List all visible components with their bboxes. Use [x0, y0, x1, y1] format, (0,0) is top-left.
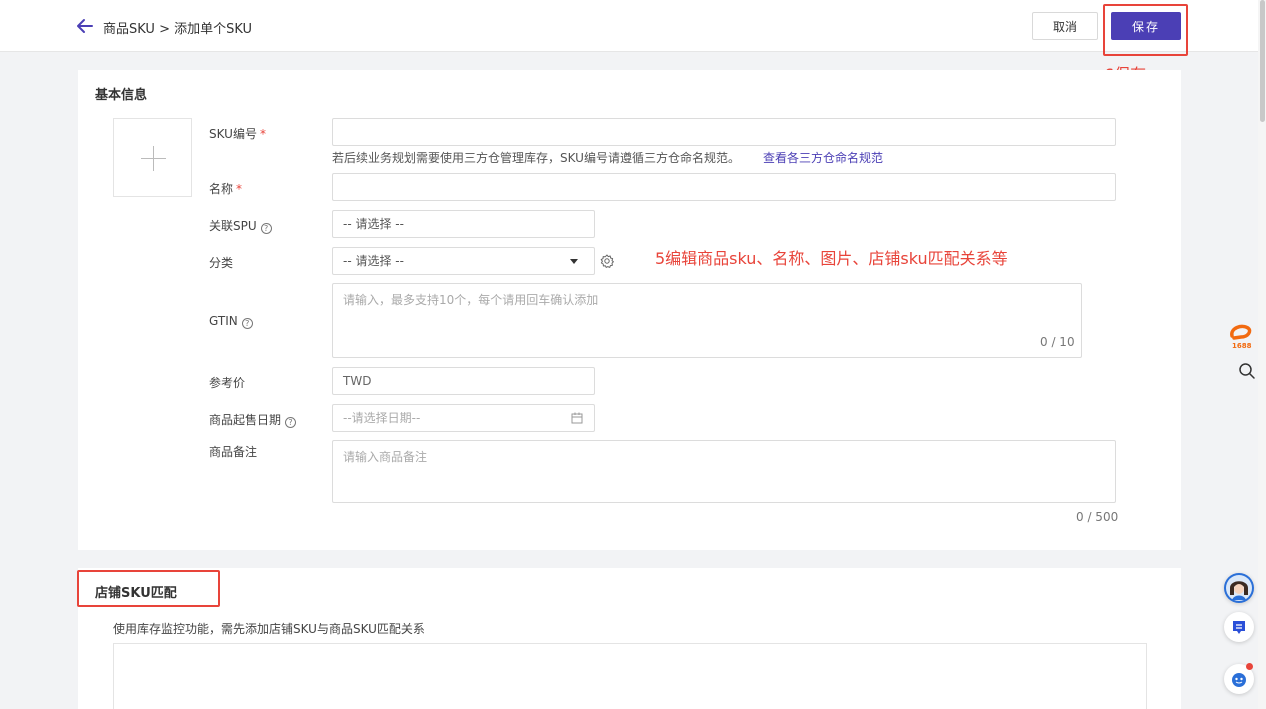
page-scrollbar-thumb[interactable]	[1260, 0, 1265, 122]
assistant-button[interactable]	[1224, 663, 1254, 694]
gtin-counter: 0 / 10	[1040, 335, 1075, 349]
remark-counter: 0 / 500	[1076, 510, 1119, 524]
shop-sku-description: 使用库存监控功能，需先添加店铺SKU与商品SKU匹配关系	[113, 622, 425, 636]
cancel-button[interactable]: 取消	[1032, 12, 1098, 40]
alibaba-1688-icon[interactable]: 1688	[1226, 322, 1256, 354]
category-label: 分类	[209, 256, 234, 270]
naming-rules-link[interactable]: 查看各三方仓命名规范	[763, 149, 883, 166]
sku-hint: 若后续业务规划需要使用三方仓管理库存，SKU编号请遵循三方仓命名规范。	[332, 151, 740, 165]
name-label: 名称 *	[209, 182, 243, 196]
notification-dot	[1246, 663, 1253, 670]
search-icon[interactable]	[1238, 362, 1256, 380]
edit-step-annotation: 5编辑商品sku、名称、图片、店铺sku匹配关系等	[655, 249, 1008, 268]
gtin-label: GTIN?	[209, 314, 253, 329]
calendar-icon	[571, 412, 583, 424]
message-button[interactable]	[1224, 612, 1254, 642]
gtin-input[interactable]: 请输入，最多支持10个，每个请用回车确认添加	[332, 283, 1082, 358]
shop-sku-table-area	[113, 643, 1147, 709]
basic-info-title: 基本信息	[95, 88, 148, 103]
chat-icon	[1233, 621, 1245, 634]
help-icon[interactable]: ?	[260, 223, 272, 234]
name-input[interactable]	[332, 173, 1116, 201]
price-label: 参考价	[209, 376, 246, 390]
price-input[interactable]: TWD	[332, 367, 595, 395]
support-avatar[interactable]	[1224, 573, 1254, 603]
sale-date-picker[interactable]: --请选择日期--	[332, 404, 595, 432]
sale-date-label: 商品起售日期?	[209, 411, 297, 428]
top-bar: 商品SKU > 添加单个SKU 取消 保存	[0, 0, 1258, 52]
remark-textarea[interactable]: 请输入商品备注	[332, 440, 1116, 503]
breadcrumb: 商品SKU > 添加单个SKU	[103, 22, 253, 37]
back-arrow-icon[interactable]	[76, 17, 94, 35]
sku-input[interactable]	[332, 118, 1116, 146]
save-button[interactable]: 保存	[1111, 12, 1181, 40]
category-select[interactable]: -- 请选择 --	[332, 247, 595, 275]
sku-label: SKU编号 *	[209, 127, 266, 141]
help-icon[interactable]: ?	[285, 417, 297, 428]
required-mark: *	[259, 127, 266, 141]
remark-label: 商品备注	[209, 445, 258, 459]
logo-text: 1688	[1232, 342, 1252, 350]
required-mark: *	[236, 182, 243, 196]
help-icon[interactable]: ?	[241, 318, 253, 329]
caret-down-icon	[570, 259, 578, 264]
spu-select[interactable]: -- 请选择 --	[332, 210, 595, 238]
gear-icon[interactable]	[600, 254, 614, 268]
spu-label: 关联SPU?	[209, 217, 272, 234]
shop-sku-title: 店铺SKU匹配	[95, 586, 177, 601]
image-upload[interactable]	[113, 118, 192, 197]
